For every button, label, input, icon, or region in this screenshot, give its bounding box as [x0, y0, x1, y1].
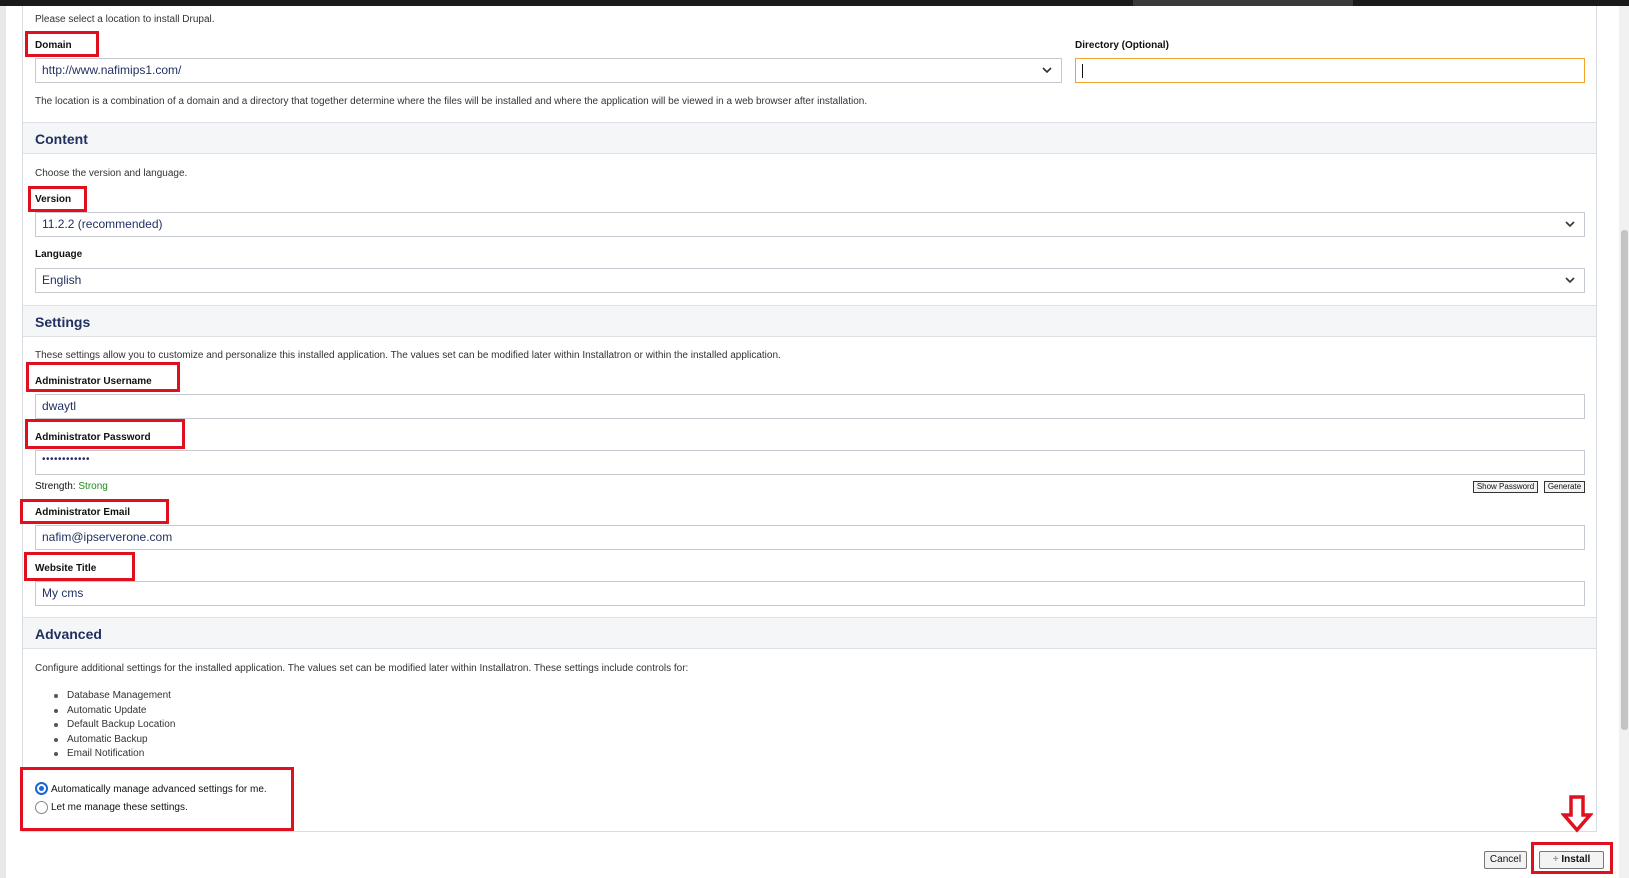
radio-auto-manage[interactable]: [35, 782, 48, 795]
directory-label: Directory (Optional): [1075, 40, 1169, 51]
domain-select[interactable]: http://www.nafimips1.com/: [35, 58, 1062, 83]
show-password-button[interactable]: Show Password: [1473, 481, 1538, 493]
content-intro: Choose the version and language.: [35, 168, 188, 179]
email-input-value: nafim@ipserverone.com: [42, 530, 173, 544]
settings-intro: These settings allow you to customize an…: [35, 350, 781, 361]
advanced-section-header: Advanced: [23, 617, 1596, 649]
settings-section-header: Settings: [23, 305, 1596, 337]
advanced-options-highlight-box: [20, 767, 294, 831]
directory-input[interactable]: [1075, 58, 1585, 83]
version-select[interactable]: 11.2.2 (recommended): [35, 212, 1585, 237]
list-item: Email Notification: [52, 748, 175, 763]
strength-label: Strength:: [35, 481, 76, 492]
location-note: The location is a combination of a domai…: [35, 96, 868, 107]
list-item: Automatic Backup: [52, 734, 175, 749]
content-section-title: Content: [35, 131, 88, 147]
website-title-input-value: My cms: [42, 586, 84, 600]
page-left-edge: [0, 6, 6, 878]
username-input[interactable]: dwaytl: [35, 394, 1585, 419]
list-item: Database Management: [52, 690, 175, 705]
generate-password-button[interactable]: Generate: [1544, 481, 1585, 493]
arrow-down-icon: [1561, 795, 1593, 833]
chevron-down-icon: [1565, 221, 1575, 228]
radio-manual-manage-label[interactable]: Let me manage these settings.: [51, 802, 188, 813]
strength-row: Strength: Strong: [35, 481, 108, 492]
username-label: Administrator Username: [35, 376, 152, 387]
radio-manual-manage[interactable]: [35, 801, 48, 814]
advanced-intro: Configure additional settings for the in…: [35, 663, 689, 674]
cancel-button[interactable]: Cancel: [1484, 851, 1527, 869]
advanced-controls-list: Database Management Automatic Update Def…: [52, 690, 175, 763]
content-section-header: Content: [23, 122, 1596, 154]
email-label: Administrator Email: [35, 507, 131, 518]
strength-value: Strong: [78, 481, 108, 492]
website-title-input[interactable]: My cms: [35, 581, 1585, 606]
list-item: Default Backup Location: [52, 719, 175, 734]
email-input[interactable]: nafim@ipserverone.com: [35, 525, 1585, 550]
password-input[interactable]: ••••••••••••: [35, 450, 1585, 475]
password-input-value: ••••••••••••: [42, 454, 91, 465]
website-title-label: Website Title: [35, 563, 97, 574]
chevron-down-icon: [1565, 277, 1575, 284]
install-button-label: Install: [1561, 854, 1591, 865]
location-intro: Please select a location to install Drup…: [35, 14, 215, 25]
page-scrollbar-thumb[interactable]: [1621, 230, 1628, 730]
chevron-down-icon: [1042, 67, 1052, 74]
list-item: Automatic Update: [52, 705, 175, 720]
settings-section-title: Settings: [35, 314, 91, 330]
password-label: Administrator Password: [35, 432, 151, 443]
language-label: Language: [35, 249, 83, 260]
install-button[interactable]: + Install: [1539, 851, 1604, 869]
version-label: Version: [35, 194, 72, 205]
radio-auto-manage-label[interactable]: Automatically manage advanced settings f…: [51, 784, 267, 795]
text-cursor: [1082, 64, 1083, 78]
domain-label: Domain: [35, 40, 72, 51]
version-select-value: 11.2.2 (recommended): [42, 217, 163, 231]
language-select[interactable]: English: [35, 268, 1585, 293]
domain-select-value: http://www.nafimips1.com/: [42, 63, 182, 77]
username-input-value: dwaytl: [42, 399, 77, 413]
language-select-value: English: [42, 273, 82, 287]
advanced-section-title: Advanced: [35, 626, 102, 642]
